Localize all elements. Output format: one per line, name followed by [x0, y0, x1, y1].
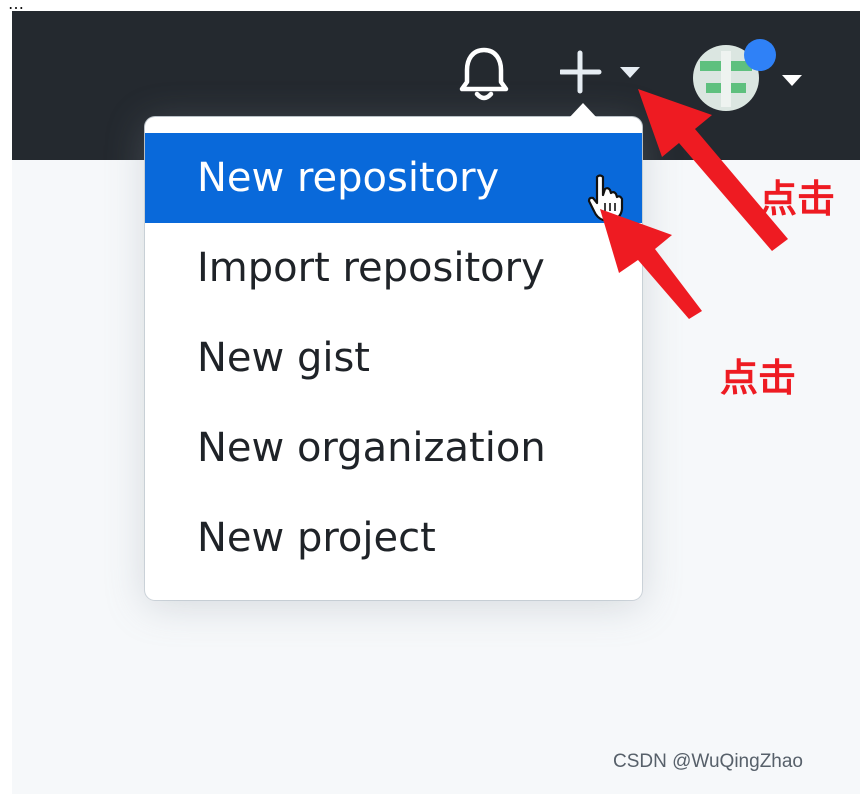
arrow-to-new-repository-icon [600, 209, 702, 319]
annotation-click-label-1: 点击 [759, 177, 836, 221]
annotation-click-label-2: 点击 [720, 356, 797, 400]
annotation-arrows [600, 89, 788, 319]
screenshot-area: New repository Import repository New gis… [12, 11, 860, 794]
watermark: CSDN @WuQingZhao [613, 751, 803, 772]
